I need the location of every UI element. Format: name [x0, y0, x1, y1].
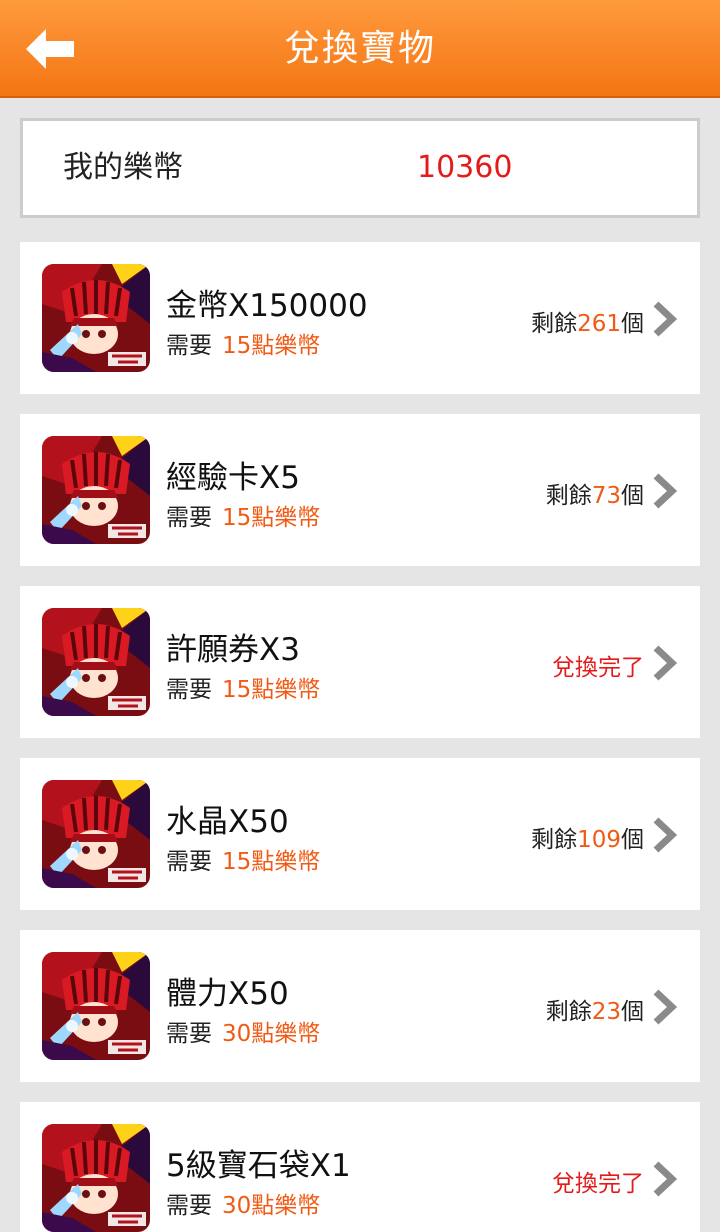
stock-prefix: 剩餘 — [545, 483, 592, 509]
reward-item[interactable]: 經驗卡X5 需要 15點樂幣 剩餘73個 — [20, 414, 700, 566]
stock-suffix: 個 — [621, 827, 644, 853]
sold-out-status: 兌換完了 — [552, 655, 644, 681]
item-name: 水晶X50 — [166, 804, 289, 840]
cost-prefix: 需要 — [166, 849, 212, 875]
stock-count: 23 — [591, 999, 621, 1025]
reward-item[interactable]: 5級寶石袋X1 需要 30點樂幣 兌換完了 — [20, 1102, 700, 1232]
cost-value: 30點樂幣 — [222, 1193, 321, 1219]
game-avatar-icon — [42, 436, 150, 544]
cost-prefix: 需要 — [166, 1021, 212, 1047]
game-avatar-icon — [42, 608, 150, 716]
cost-prefix: 需要 — [166, 677, 212, 703]
cost-prefix: 需要 — [166, 333, 212, 359]
reward-item[interactable]: 許願券X3 需要 15點樂幣 兌換完了 — [20, 586, 700, 738]
item-cost: 需要 15點樂幣 — [166, 842, 320, 876]
stock-remaining: 剩餘261個 — [531, 304, 644, 338]
balance-panel: 我的樂幣 10360 — [20, 118, 700, 218]
item-name: 許願券X3 — [166, 632, 300, 668]
cost-value: 15點樂幣 — [222, 333, 321, 359]
page-title: 兌換寶物 — [283, 28, 436, 69]
stock-suffix: 個 — [621, 311, 644, 337]
item-cost: 需要 30點樂幣 — [166, 1186, 320, 1220]
cost-value: 15點樂幣 — [222, 505, 321, 531]
stock-count: 261 — [577, 311, 621, 337]
item-name: 體力X50 — [166, 976, 289, 1012]
cost-value: 15點樂幣 — [222, 677, 321, 703]
stock-suffix: 個 — [621, 999, 644, 1025]
reward-item[interactable]: 金幣X150000 需要 15點樂幣 剩餘261個 — [20, 242, 700, 394]
item-name: 5級寶石袋X1 — [166, 1148, 351, 1184]
balance-value: 10360 — [417, 150, 513, 185]
stock-remaining: 剩餘109個 — [531, 820, 644, 854]
item-cost: 需要 30點樂幣 — [166, 1014, 320, 1048]
chevron-right-icon — [653, 989, 678, 1025]
item-cost: 需要 15點樂幣 — [166, 670, 320, 704]
stock-count: 109 — [577, 827, 621, 853]
chevron-right-icon — [653, 817, 678, 853]
stock-prefix: 剩餘 — [545, 999, 592, 1025]
chevron-right-icon — [653, 301, 678, 337]
cost-prefix: 需要 — [166, 1193, 212, 1219]
chevron-right-icon — [653, 645, 678, 681]
item-cost: 需要 15點樂幣 — [166, 326, 320, 360]
cost-value: 15點樂幣 — [222, 849, 321, 875]
cost-value: 30點樂幣 — [222, 1021, 321, 1047]
stock-suffix: 個 — [621, 483, 644, 509]
chevron-right-icon — [653, 1161, 678, 1197]
game-avatar-icon — [42, 1124, 150, 1232]
item-name: 金幣X150000 — [166, 288, 368, 324]
cost-prefix: 需要 — [166, 505, 212, 531]
app-header: 兌換寶物 — [0, 0, 720, 98]
reward-item[interactable]: 水晶X50 需要 15點樂幣 剩餘109個 — [20, 758, 700, 910]
balance-label: 我的樂幣 — [63, 150, 183, 185]
item-name: 經驗卡X5 — [166, 460, 300, 496]
stock-prefix: 剩餘 — [531, 827, 578, 853]
stock-remaining: 剩餘23個 — [546, 992, 644, 1026]
stock-count: 73 — [591, 483, 621, 509]
stock-remaining: 剩餘73個 — [546, 476, 644, 510]
game-avatar-icon — [42, 952, 150, 1060]
reward-list: 金幣X150000 需要 15點樂幣 剩餘261個 經驗卡X5 需要 15點樂幣… — [20, 242, 700, 1232]
chevron-right-icon — [653, 473, 678, 509]
game-avatar-icon — [42, 780, 150, 888]
item-cost: 需要 15點樂幣 — [166, 498, 320, 532]
game-avatar-icon — [42, 264, 150, 372]
reward-item[interactable]: 體力X50 需要 30點樂幣 剩餘23個 — [20, 930, 700, 1082]
sold-out-status: 兌換完了 — [552, 1171, 644, 1197]
stock-prefix: 剩餘 — [531, 311, 578, 337]
